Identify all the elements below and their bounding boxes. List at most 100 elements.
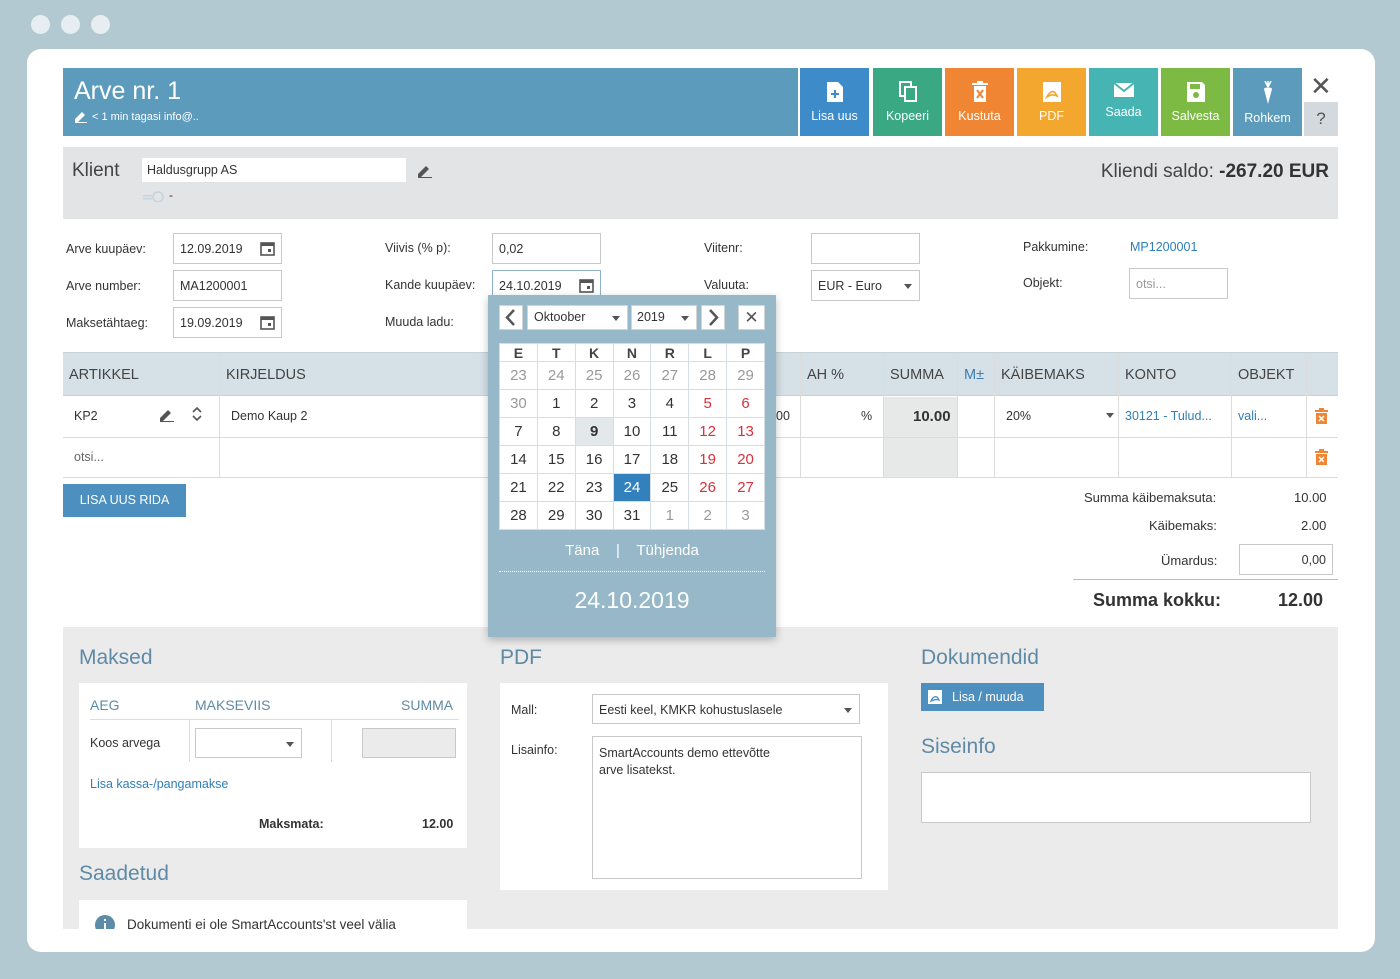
window-dot-close[interactable]: [31, 15, 50, 34]
toggle-icon[interactable]: [143, 190, 167, 202]
day-cell[interactable]: 23: [500, 362, 537, 389]
reference-input[interactable]: [811, 233, 920, 264]
payment-sum-input[interactable]: [362, 728, 456, 758]
day-cell[interactable]: 19: [689, 446, 727, 473]
due-date-input[interactable]: 19.09.2019: [173, 307, 282, 338]
add-new-button[interactable]: Lisa uus: [800, 68, 869, 136]
day-cell[interactable]: 22: [537, 474, 575, 501]
offer-link[interactable]: MP1200001: [1130, 240, 1197, 254]
today-button[interactable]: Täna: [565, 542, 599, 559]
day-cell[interactable]: 21: [500, 474, 537, 501]
day-cell[interactable]: 25: [651, 474, 689, 501]
more-button[interactable]: Rohkem: [1233, 68, 1302, 136]
sort-arrows-icon[interactable]: [192, 406, 202, 422]
day-cell[interactable]: 12: [689, 418, 727, 445]
delete-row-icon[interactable]: [1315, 449, 1328, 465]
day-cell[interactable]: 2: [689, 502, 727, 529]
day-cell[interactable]: 27: [651, 362, 689, 389]
day-cell[interactable]: 13: [727, 418, 764, 445]
day-cell[interactable]: 30: [575, 502, 613, 529]
day-cell[interactable]: 2: [575, 390, 613, 417]
divider: [1306, 353, 1307, 477]
day-cell[interactable]: 1: [537, 390, 575, 417]
day-cell[interactable]: 30: [500, 390, 537, 417]
client-input[interactable]: Haldusgrupp AS: [141, 157, 407, 183]
day-cell[interactable]: 29: [537, 502, 575, 529]
delete-button[interactable]: Kustuta: [945, 68, 1014, 136]
day-cell[interactable]: 20: [727, 446, 764, 473]
day-cell[interactable]: 23: [575, 474, 613, 501]
day-cell[interactable]: 15: [537, 446, 575, 473]
rounding-input[interactable]: 0,00: [1239, 544, 1333, 575]
add-documents-button[interactable]: Lisa / muuda: [921, 683, 1044, 711]
year-select[interactable]: 2019: [631, 305, 697, 330]
invoice-number-input[interactable]: MA1200001: [173, 270, 282, 301]
day-cell[interactable]: 3: [613, 390, 651, 417]
day-cell[interactable]: 17: [613, 446, 651, 473]
row1-object[interactable]: vali...: [1238, 409, 1267, 423]
invoice-date-input[interactable]: 12.09.2019: [173, 233, 282, 264]
object-input[interactable]: otsi...: [1129, 268, 1228, 299]
delete-row-icon[interactable]: [1315, 408, 1328, 424]
clear-button[interactable]: Tühjenda: [636, 542, 699, 559]
day-cell[interactable]: 6: [727, 390, 764, 417]
pdf-button[interactable]: PDF: [1017, 68, 1086, 136]
day-cell[interactable]: 4: [651, 390, 689, 417]
close-datepicker-button[interactable]: ✕: [738, 305, 765, 330]
col-object: OBJEKT: [1238, 367, 1295, 383]
window-dot-minimize[interactable]: [61, 15, 80, 34]
extra-info-textarea[interactable]: SmartAccounts demo ettevõtte arve lisate…: [592, 736, 862, 879]
day-cell[interactable]: 28: [500, 502, 537, 529]
row1-account[interactable]: 30121 - Tulud...: [1125, 409, 1212, 423]
day-cell[interactable]: 26: [689, 474, 727, 501]
month-select[interactable]: Oktoober: [527, 305, 628, 330]
day-cell[interactable]: 16: [575, 446, 613, 473]
day-cell[interactable]: 7: [500, 418, 537, 445]
day-cell[interactable]: 29: [727, 362, 764, 389]
calendar-icon[interactable]: [579, 278, 594, 293]
day-cell-today[interactable]: 9: [575, 418, 613, 445]
client-label: Klient: [72, 160, 120, 181]
send-button[interactable]: Saada: [1089, 68, 1158, 136]
day-cell[interactable]: 18: [651, 446, 689, 473]
day-cell[interactable]: 1: [651, 502, 689, 529]
internal-info-textarea[interactable]: [921, 772, 1311, 823]
calendar-icon[interactable]: [260, 315, 275, 330]
save-button[interactable]: Salvesta: [1161, 68, 1230, 136]
row2-article[interactable]: otsi...: [74, 450, 104, 464]
prev-month-button[interactable]: [499, 305, 523, 330]
row1-vat-select[interactable]: 20%: [1006, 409, 1031, 423]
window-dot-maximize[interactable]: [91, 15, 110, 34]
payment-method-select[interactable]: [195, 728, 302, 758]
close-icon[interactable]: ✕: [1310, 73, 1332, 99]
add-payment-link[interactable]: Lisa kassa-/pangamakse: [90, 777, 228, 791]
day-cell[interactable]: 26: [613, 362, 651, 389]
day-cell[interactable]: 24: [537, 362, 575, 389]
calendar-icon[interactable]: [260, 241, 275, 256]
add-row-button[interactable]: LISA UUS RIDA: [63, 484, 186, 517]
chevron-right-icon: [709, 309, 719, 326]
row1-description[interactable]: Demo Kaup 2: [231, 409, 307, 423]
day-cell[interactable]: 27: [727, 474, 764, 501]
day-cell[interactable]: 5: [689, 390, 727, 417]
penalty-input[interactable]: 0,02: [492, 233, 601, 264]
currency-select[interactable]: EUR - Euro: [811, 270, 920, 301]
day-cell[interactable]: 3: [727, 502, 764, 529]
day-cell[interactable]: 14: [500, 446, 537, 473]
next-month-button[interactable]: [701, 305, 725, 330]
help-button[interactable]: ?: [1304, 102, 1338, 136]
day-cell[interactable]: 31: [613, 502, 651, 529]
day-cell[interactable]: 11: [651, 418, 689, 445]
edit-icon[interactable]: [159, 408, 175, 422]
client-balance: Kliendi saldo: -267.20 EUR: [1101, 161, 1329, 183]
day-cell[interactable]: 10: [613, 418, 651, 445]
template-select[interactable]: Eesti keel, KMKR kohustuslasele: [592, 694, 860, 724]
copy-icon: [898, 81, 917, 102]
copy-button[interactable]: Kopeeri: [873, 68, 942, 136]
day-cell[interactable]: 28: [689, 362, 727, 389]
row1-article[interactable]: KP2: [74, 409, 98, 423]
day-cell-selected[interactable]: 24: [613, 474, 651, 501]
day-cell[interactable]: 8: [537, 418, 575, 445]
edit-client-icon[interactable]: [417, 164, 433, 178]
day-cell[interactable]: 25: [575, 362, 613, 389]
